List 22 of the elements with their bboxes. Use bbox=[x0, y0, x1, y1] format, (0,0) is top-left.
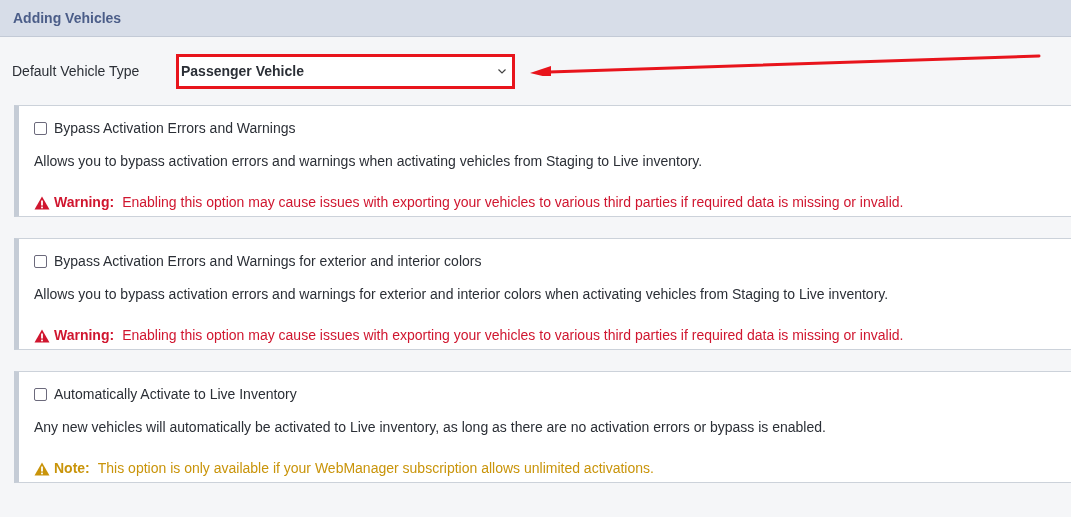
alert-triangle-icon bbox=[34, 461, 50, 476]
notice-text: Enabling this option may cause issues with exporting your vehicles to various third parties if required data is missing or invalid. bbox=[122, 326, 904, 345]
notice-text: This option is only available if your WebManager subscription allows unlimited activations. bbox=[97, 459, 654, 478]
option-label: Bypass Activation Errors and Warnings bbox=[54, 119, 296, 138]
notice-label: Note: bbox=[54, 459, 90, 478]
notice-label: Warning: bbox=[54, 326, 115, 345]
option-label: Bypass Activation Errors and Warnings for exterior and interior colors bbox=[54, 252, 482, 271]
option-description: Allows you to bypass activation errors and warnings for exterior and interior colors when activating vehicles from Staging to Live inventory. bbox=[34, 285, 890, 304]
field-label: Default Vehicle Type bbox=[12, 61, 141, 81]
option-label: Automatically Activate to Live Inventory bbox=[54, 385, 297, 404]
option-description: Any new vehicles will automatically be activated to Live inventory, as long as there are no activation errors or bypass is enabled. bbox=[34, 418, 827, 437]
notice-label: Warning: bbox=[54, 193, 115, 212]
section-title: Adding Vehicles bbox=[13, 8, 122, 28]
chevron-down-icon bbox=[498, 68, 506, 74]
alert-triangle-icon bbox=[34, 195, 50, 210]
checkbox[interactable] bbox=[34, 255, 47, 268]
checkbox[interactable] bbox=[34, 122, 47, 135]
notice-text: Enabling this option may cause issues with exporting your vehicles to various third parties if required data is missing or invalid. bbox=[122, 193, 904, 212]
vehicle-type-select[interactable]: Passenger Vehicle bbox=[176, 53, 515, 89]
checkbox[interactable] bbox=[34, 388, 47, 401]
option-description: Allows you to bypass activation errors and warnings when activating vehicles from Staging to Live inventory. bbox=[34, 152, 704, 171]
alert-triangle-icon bbox=[34, 328, 50, 343]
